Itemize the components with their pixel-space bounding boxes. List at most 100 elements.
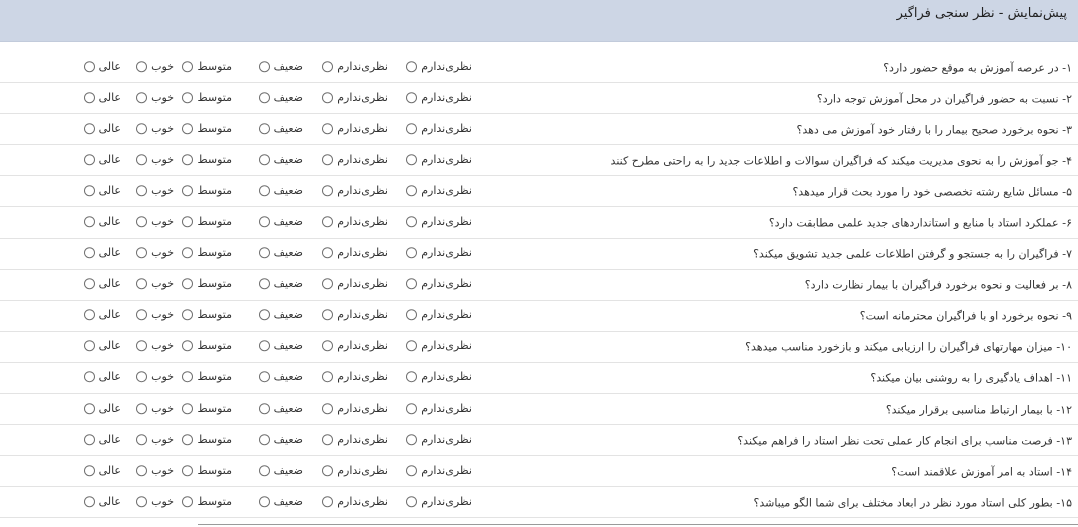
rating-option[interactable]: نظری‌ندارم [406, 215, 472, 228]
radio-button[interactable] [258, 60, 270, 72]
rating-option[interactable]: خوب [136, 308, 174, 321]
radio-button[interactable] [322, 371, 334, 383]
rating-option[interactable]: نظری‌ندارم [406, 371, 472, 384]
rating-option[interactable]: متوسط [182, 464, 232, 477]
radio-button[interactable] [258, 433, 270, 445]
rating-option[interactable]: ضعیف [258, 433, 303, 446]
rating-option[interactable]: نظری‌ندارم [322, 495, 388, 508]
rating-option[interactable]: نظری‌ندارم [322, 371, 388, 384]
radio-button[interactable] [83, 154, 95, 166]
rating-option[interactable]: عالی [83, 246, 121, 259]
radio-button[interactable] [322, 496, 334, 508]
radio-button[interactable] [83, 60, 95, 72]
rating-option[interactable]: عالی [83, 60, 121, 73]
radio-button[interactable] [136, 60, 148, 72]
rating-option[interactable]: ضعیف [258, 122, 303, 135]
rating-option[interactable]: متوسط [182, 308, 232, 321]
rating-option[interactable]: نظری‌ندارم [406, 246, 472, 259]
rating-option[interactable]: نظری‌ندارم [406, 495, 472, 508]
radio-button[interactable] [406, 278, 418, 290]
radio-button[interactable] [182, 216, 194, 228]
rating-option[interactable]: خوب [136, 215, 174, 228]
rating-option[interactable]: ضعیف [258, 184, 303, 197]
rating-option[interactable]: نظری‌ندارم [406, 308, 472, 321]
rating-option[interactable]: نظری‌ندارم [322, 122, 388, 135]
radio-button[interactable] [406, 60, 418, 72]
radio-button[interactable] [182, 278, 194, 290]
radio-button[interactable] [406, 309, 418, 321]
rating-option[interactable]: نظری‌ندارم [322, 464, 388, 477]
radio-button[interactable] [322, 122, 334, 134]
rating-option[interactable]: نظری‌ندارم [406, 153, 472, 166]
radio-button[interactable] [182, 464, 194, 476]
rating-option[interactable]: متوسط [182, 371, 232, 384]
rating-option[interactable]: نظری‌ندارم [322, 153, 388, 166]
rating-option[interactable]: نظری‌ندارم [322, 91, 388, 104]
rating-option[interactable]: متوسط [182, 122, 232, 135]
radio-button[interactable] [406, 402, 418, 414]
radio-button[interactable] [83, 309, 95, 321]
rating-option[interactable]: متوسط [182, 246, 232, 259]
rating-option[interactable]: عالی [83, 308, 121, 321]
radio-button[interactable] [182, 247, 194, 259]
rating-option[interactable]: نظری‌ندارم [406, 277, 472, 290]
radio-button[interactable] [182, 309, 194, 321]
rating-option[interactable]: نظری‌ندارم [322, 215, 388, 228]
radio-button[interactable] [322, 309, 334, 321]
rating-option[interactable]: نظری‌ندارم [322, 340, 388, 353]
rating-option[interactable]: متوسط [182, 60, 232, 73]
rating-option[interactable]: ضعیف [258, 495, 303, 508]
radio-button[interactable] [322, 340, 334, 352]
rating-option[interactable]: متوسط [182, 340, 232, 353]
rating-option[interactable]: خوب [136, 246, 174, 259]
radio-button[interactable] [406, 464, 418, 476]
radio-button[interactable] [406, 91, 418, 103]
radio-button[interactable] [136, 278, 148, 290]
rating-option[interactable]: عالی [83, 464, 121, 477]
radio-button[interactable] [258, 154, 270, 166]
radio-button[interactable] [406, 216, 418, 228]
rating-option[interactable]: نظری‌ندارم [406, 402, 472, 415]
rating-option[interactable]: متوسط [182, 91, 232, 104]
rating-option[interactable]: خوب [136, 495, 174, 508]
rating-option[interactable]: نظری‌ندارم [322, 402, 388, 415]
rating-option[interactable]: نظری‌ندارم [406, 340, 472, 353]
rating-option[interactable]: ضعیف [258, 371, 303, 384]
radio-button[interactable] [258, 278, 270, 290]
radio-button[interactable] [182, 185, 194, 197]
radio-button[interactable] [258, 464, 270, 476]
rating-option[interactable]: عالی [83, 371, 121, 384]
radio-button[interactable] [258, 309, 270, 321]
radio-button[interactable] [258, 122, 270, 134]
rating-option[interactable]: عالی [83, 153, 121, 166]
radio-button[interactable] [182, 402, 194, 414]
rating-option[interactable]: خوب [136, 402, 174, 415]
rating-option[interactable]: نظری‌ندارم [406, 122, 472, 135]
rating-option[interactable]: ضعیف [258, 464, 303, 477]
rating-option[interactable]: ضعیف [258, 246, 303, 259]
radio-button[interactable] [83, 433, 95, 445]
radio-button[interactable] [136, 247, 148, 259]
rating-option[interactable]: عالی [83, 402, 121, 415]
rating-option[interactable]: خوب [136, 433, 174, 446]
radio-button[interactable] [258, 247, 270, 259]
radio-button[interactable] [136, 340, 148, 352]
rating-option[interactable]: ضعیف [258, 340, 303, 353]
radio-button[interactable] [136, 91, 148, 103]
rating-option[interactable]: ضعیف [258, 91, 303, 104]
radio-button[interactable] [136, 309, 148, 321]
radio-button[interactable] [406, 122, 418, 134]
radio-button[interactable] [322, 402, 334, 414]
radio-button[interactable] [136, 433, 148, 445]
radio-button[interactable] [83, 278, 95, 290]
radio-button[interactable] [406, 496, 418, 508]
rating-option[interactable]: نظری‌ندارم [406, 433, 472, 446]
rating-option[interactable]: خوب [136, 340, 174, 353]
rating-option[interactable]: متوسط [182, 184, 232, 197]
rating-option[interactable]: نظری‌ندارم [322, 433, 388, 446]
radio-button[interactable] [182, 496, 194, 508]
radio-button[interactable] [136, 496, 148, 508]
radio-button[interactable] [182, 122, 194, 134]
rating-option[interactable]: ضعیف [258, 308, 303, 321]
radio-button[interactable] [258, 371, 270, 383]
